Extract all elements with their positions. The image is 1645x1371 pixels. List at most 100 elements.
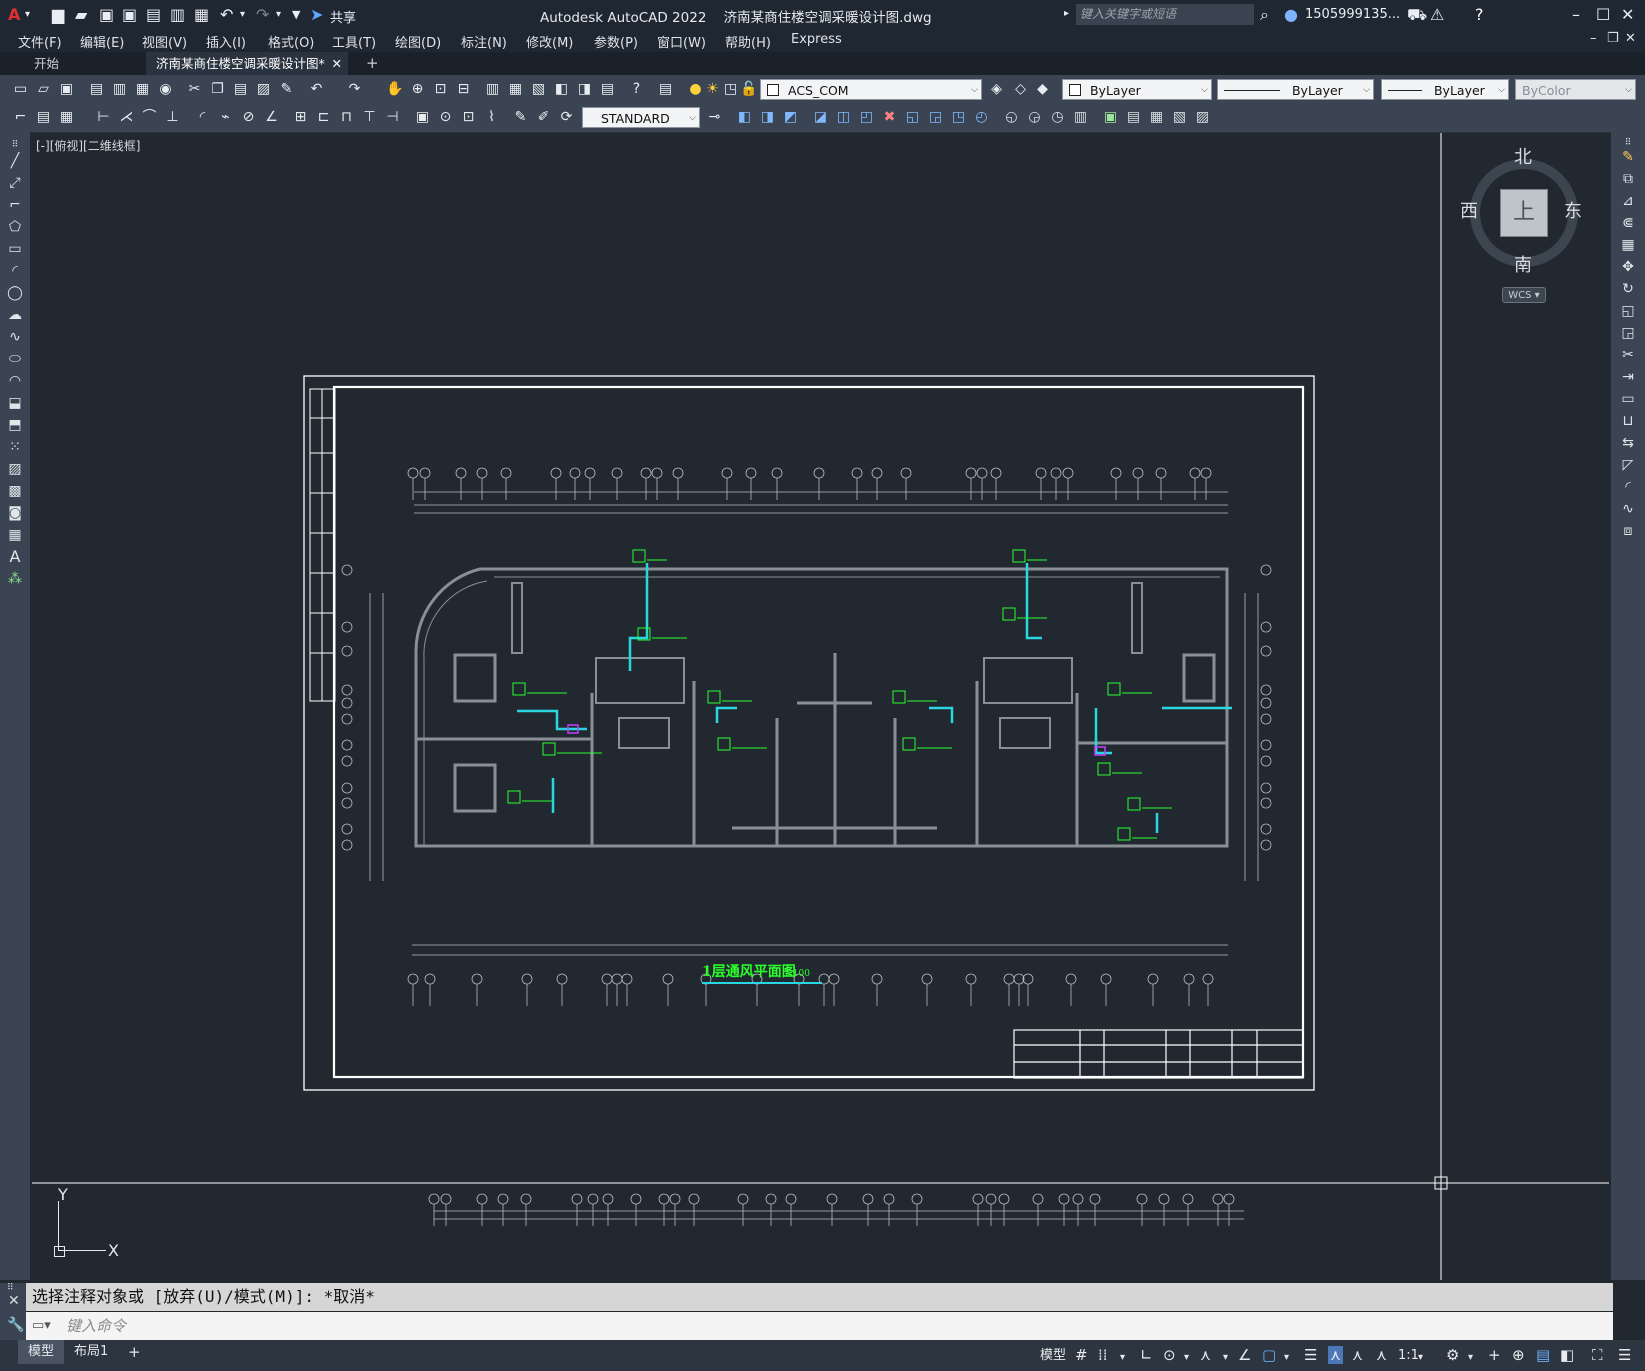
linetype-dropdown[interactable]: ByLayer ⌵ bbox=[1217, 79, 1374, 100]
units-icon[interactable]: ⊕ bbox=[1512, 1346, 1525, 1364]
snap-dropdown-icon[interactable]: ▾ bbox=[1120, 1349, 1125, 1367]
application-menu-icon[interactable]: A bbox=[8, 5, 20, 24]
shell-icon[interactable]: ▤ bbox=[1125, 109, 1142, 126]
search-input[interactable]: 键入关键字或短语 bbox=[1076, 4, 1254, 25]
menu-dimension[interactable]: 标注(N) bbox=[461, 32, 507, 51]
color-dropdown[interactable]: ByLayer ⌵ bbox=[1062, 79, 1212, 100]
annotation-scale-value[interactable]: 1:1 bbox=[1398, 1347, 1419, 1365]
layer-previous-icon[interactable]: ◇ bbox=[1012, 81, 1029, 98]
section-icon[interactable]: ▨ bbox=[1194, 109, 1211, 126]
move-icon[interactable]: ✥ bbox=[1619, 258, 1637, 276]
toolbar-help-icon[interactable]: ? bbox=[628, 81, 645, 98]
erase-icon[interactable]: ✎ bbox=[1619, 148, 1637, 166]
dimension-edit-icon[interactable]: ✎ bbox=[512, 109, 529, 126]
compass-south[interactable]: 南 bbox=[1514, 251, 1532, 277]
grid-icon[interactable]: # bbox=[1075, 1346, 1088, 1364]
ordinate-dimension-icon[interactable]: ⊥ bbox=[164, 109, 181, 126]
annotation-scale-icon[interactable]: ⋏ bbox=[1376, 1346, 1387, 1364]
inspection-icon[interactable]: ⊡ bbox=[460, 109, 477, 126]
user-icon[interactable]: ● bbox=[1284, 5, 1298, 24]
save-icon[interactable]: ▣ bbox=[99, 5, 114, 24]
block-editor-icon[interactable]: ✎ bbox=[278, 81, 295, 98]
zoom-previous-icon[interactable]: ⊟ bbox=[455, 81, 472, 98]
maximize-icon[interactable]: ☐ bbox=[1596, 5, 1610, 24]
plotstyle-dropdown[interactable]: ByColor ⌵ bbox=[1515, 79, 1636, 100]
layer-viewport-icon[interactable]: ◳ bbox=[722, 81, 739, 98]
clean-icon[interactable]: ▥ bbox=[1072, 109, 1089, 126]
open-file-icon[interactable]: ▱ bbox=[35, 81, 52, 98]
tab-model[interactable]: 模型 bbox=[18, 1340, 65, 1364]
zoom-window-icon[interactable]: ⊡ bbox=[432, 81, 449, 98]
user-name[interactable]: 1505999135... bbox=[1305, 7, 1400, 22]
share-label[interactable]: 共享 bbox=[330, 7, 356, 26]
3d-dwf-icon[interactable]: ◉ bbox=[157, 81, 174, 98]
doc-restore-icon[interactable]: ❐ bbox=[1607, 31, 1619, 46]
print-preview-icon[interactable]: ▥ bbox=[111, 81, 128, 98]
close-icon[interactable]: ✕ bbox=[1621, 5, 1634, 24]
isometric-icon[interactable]: ⋏ bbox=[1200, 1346, 1211, 1364]
tool-palettes-icon[interactable]: ▧ bbox=[530, 81, 547, 98]
save-as-icon[interactable]: ▣ bbox=[122, 5, 137, 24]
layer-on-icon[interactable]: ● bbox=[687, 81, 704, 98]
offset-icon[interactable]: ⋐ bbox=[1619, 214, 1637, 232]
check-icon[interactable]: ▦ bbox=[1148, 109, 1165, 126]
join-icon[interactable]: ⇆ bbox=[1619, 434, 1637, 452]
spline-icon[interactable]: ∿ bbox=[6, 328, 24, 346]
break-icon[interactable]: ⊔ bbox=[1619, 412, 1637, 430]
ortho-icon[interactable]: ∟ bbox=[1140, 1346, 1153, 1364]
subtract-icon[interactable]: ◨ bbox=[759, 109, 776, 126]
trim-icon[interactable]: ✂ bbox=[1619, 346, 1637, 364]
wcs-menu[interactable]: WCS ▾ bbox=[1502, 287, 1546, 303]
tolerance-icon[interactable]: ▣ bbox=[414, 109, 431, 126]
tab-layout1[interactable]: 布局1 bbox=[64, 1340, 118, 1364]
match-properties-icon[interactable]: ▨ bbox=[255, 81, 272, 98]
extend-icon[interactable]: ⇥ bbox=[1619, 368, 1637, 386]
polygon-icon[interactable]: ⬠ bbox=[6, 218, 24, 236]
redo-icon[interactable]: ↷ bbox=[256, 5, 269, 24]
separate-icon[interactable]: ▣ bbox=[1102, 109, 1119, 126]
ellipse-arc-icon[interactable]: ◠ bbox=[6, 372, 24, 390]
zoom-realtime-icon[interactable]: ⊕ bbox=[409, 81, 426, 98]
lineweight-display-icon[interactable]: ☰ bbox=[1304, 1346, 1317, 1364]
dim-style-icon[interactable]: ▦ bbox=[58, 109, 75, 126]
jogged-linear-icon[interactable]: ⌇ bbox=[483, 109, 500, 126]
compass-east[interactable]: 东 bbox=[1564, 197, 1582, 223]
share-icon[interactable]: ➤ bbox=[310, 5, 323, 24]
angular-dimension-icon[interactable]: ∠ bbox=[263, 109, 280, 126]
viewcube[interactable]: 上 北 南 东 西 WCS ▾ bbox=[1458, 143, 1588, 313]
clean-screen-icon[interactable]: ⛶ bbox=[1592, 1346, 1603, 1364]
slice-icon[interactable]: ▧ bbox=[1171, 109, 1188, 126]
drawing-canvas[interactable]: [-][俯视][二维线框] 1层通风平面图 1:100 Y X 上 北 南 东 … bbox=[32, 133, 1609, 1280]
radius-dimension-icon[interactable]: ◜ bbox=[194, 109, 211, 126]
polar-dropdown-icon[interactable]: ▾ bbox=[1184, 1349, 1189, 1367]
move-faces-icon[interactable]: ◫ bbox=[835, 109, 852, 126]
annotation-visibility-icon[interactable]: ⋏ bbox=[1328, 1346, 1343, 1364]
copy-object-icon[interactable]: ⧉ bbox=[1619, 170, 1637, 188]
tab-active-document[interactable]: 济南某商住楼空调采暖设计图* ✕ bbox=[146, 52, 348, 75]
quick-dimension-icon[interactable]: ⊞ bbox=[292, 109, 309, 126]
workspace-gear-icon[interactable]: ⚙ bbox=[1446, 1346, 1459, 1364]
stretch-icon[interactable]: ◲ bbox=[1619, 324, 1637, 342]
point-icon[interactable]: ⁙ bbox=[6, 438, 24, 456]
continue-dimension-icon[interactable]: ⊓ bbox=[338, 109, 355, 126]
model-space-button[interactable]: 模型 bbox=[1040, 1347, 1066, 1365]
layer-states-icon[interactable]: ◆ bbox=[1034, 81, 1051, 98]
region-icon[interactable]: ◙ bbox=[6, 504, 24, 522]
jogged-dimension-icon[interactable]: ⌁ bbox=[217, 109, 234, 126]
layer-freeze-icon[interactable]: ☀ bbox=[704, 81, 721, 98]
new-icon[interactable]: ▆ bbox=[52, 5, 64, 24]
customize-icon[interactable]: 🔧 bbox=[7, 1317, 24, 1333]
customize-quick-access-icon[interactable]: ▼ bbox=[292, 8, 300, 21]
auto-scale-icon[interactable]: ⋏ bbox=[1352, 1346, 1363, 1364]
line-icon[interactable]: ╱ bbox=[6, 152, 24, 170]
union-icon[interactable]: ◧ bbox=[736, 109, 753, 126]
command-input[interactable]: ▭▾ 键入命令 bbox=[26, 1312, 1613, 1340]
intersect-icon[interactable]: ◩ bbox=[782, 109, 799, 126]
doc-minimize-icon[interactable]: – bbox=[1590, 31, 1597, 46]
explode-icon[interactable]: ⧈ bbox=[1619, 522, 1637, 540]
copy-edges-icon[interactable]: ◵ bbox=[1003, 109, 1020, 126]
object-snap-tracking-icon[interactable]: ∠ bbox=[1238, 1346, 1251, 1364]
close-command-line-icon[interactable]: ✕ bbox=[8, 1293, 20, 1309]
grip-icon[interactable]: ⠿ bbox=[7, 1283, 14, 1293]
arc-length-icon[interactable]: ⌒ bbox=[141, 109, 158, 126]
